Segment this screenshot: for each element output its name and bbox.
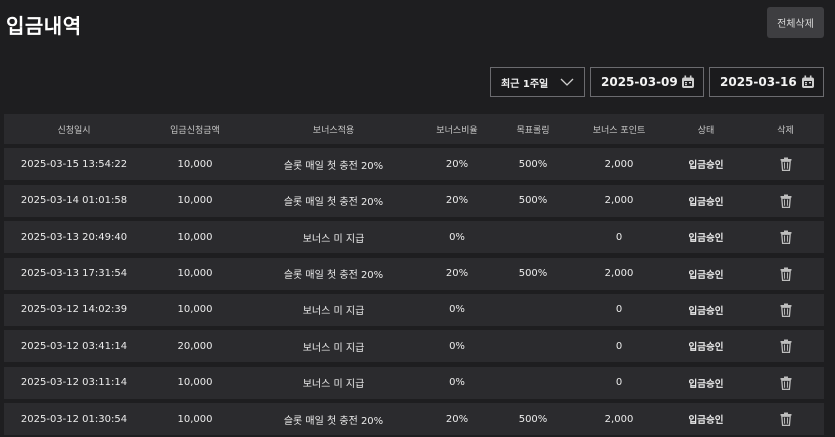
status-badge: 입금승인 xyxy=(688,342,724,354)
header-amount: 입금신청금액 xyxy=(170,125,220,136)
table-row: 2025-03-15 13:54:22 10,000 슬롯 매일 첫 충전 20% 2… xyxy=(4,148,824,181)
cell-rolling: 500% xyxy=(518,413,548,425)
header-delete: 삭제 xyxy=(777,125,794,136)
end-date-input[interactable]: 2025-03-16 xyxy=(709,67,824,97)
cell-datetime: 2025-03-14 01:01:58 xyxy=(20,195,128,207)
table-row: 2025-03-14 01:01:58 10,000 슬롯 매일 첫 충전 20% 2… xyxy=(4,184,824,217)
status-badge: 입금승인 xyxy=(688,415,724,427)
cell-datetime: 2025-03-12 03:11:14 xyxy=(20,377,128,389)
delete-button[interactable] xyxy=(747,267,824,281)
cell-amount: 10,000 xyxy=(177,195,213,207)
table-row: 2025-03-13 17:31:54 10,000 슬롯 매일 첫 충전 20% 2… xyxy=(4,257,824,290)
trash-icon[interactable] xyxy=(780,412,792,427)
deposit-table: 신청일시 입금신청금액 보너스적용 보너스비율 목표롤링 보너스 포인트 상태 … xyxy=(4,114,824,436)
cell-datetime: 2025-03-12 03:41:14 xyxy=(20,340,128,352)
cell-amount: 10,000 xyxy=(177,304,213,316)
delete-button[interactable] xyxy=(747,230,824,245)
cell-datetime: 2025-03-13 20:49:40 xyxy=(20,231,128,243)
delete-button[interactable] xyxy=(747,194,824,208)
trash-icon[interactable] xyxy=(780,194,792,208)
cell-rolling: 500% xyxy=(518,268,548,280)
header-bonus: 보너스적용 xyxy=(312,125,355,136)
calendar-icon[interactable] xyxy=(681,75,695,89)
delete-button[interactable] xyxy=(747,376,824,390)
cell-points: 2,000 xyxy=(604,268,634,280)
trash-icon[interactable] xyxy=(780,157,792,172)
period-select-value: 최근 1주일 xyxy=(501,78,549,90)
header-points: 보너스 포인트 xyxy=(592,125,646,136)
status-badge: 입금승인 xyxy=(688,196,724,208)
cell-amount: 20,000 xyxy=(177,340,213,352)
cell-points: 2,000 xyxy=(604,195,634,207)
trash-icon[interactable] xyxy=(780,303,792,317)
cell-rolling: 500% xyxy=(518,158,548,170)
table-row: 2025-03-12 01:30:54 10,000 슬롯 매일 첫 충전 20% 2… xyxy=(4,403,824,436)
cell-ratio: 20% xyxy=(445,268,469,280)
cell-bonus: 슬롯 매일 첫 충전 20% xyxy=(283,160,384,172)
cell-points: 0 xyxy=(615,304,623,316)
cell-ratio: 0% xyxy=(449,340,465,352)
delete-button[interactable] xyxy=(747,157,824,172)
delete-button[interactable] xyxy=(747,303,824,317)
status-badge: 입금승인 xyxy=(688,269,724,281)
table-row: 2025-03-12 03:11:14 10,000 보너스 미 지급 0% 0 입금승인 xyxy=(4,366,824,399)
page-title: 입금내역 xyxy=(6,14,82,38)
cell-bonus: 슬롯 매일 첫 충전 20% xyxy=(283,270,384,282)
cell-bonus: 보너스 미 지급 xyxy=(302,342,365,354)
cell-ratio: 0% xyxy=(449,377,465,389)
cell-points: 0 xyxy=(615,340,623,352)
status-badge: 입금승인 xyxy=(688,233,724,245)
cell-rolling: 500% xyxy=(518,195,548,207)
cell-bonus: 슬롯 매일 첫 충전 20% xyxy=(283,197,384,209)
status-badge: 입금승인 xyxy=(688,305,724,317)
chevron-down-icon xyxy=(560,78,574,86)
cell-datetime: 2025-03-12 14:02:39 xyxy=(20,304,128,316)
cell-bonus: 보너스 미 지급 xyxy=(302,233,365,245)
cell-bonus: 보너스 미 지급 xyxy=(302,306,365,318)
table-header: 신청일시 입금신청금액 보너스적용 보너스비율 목표롤링 보너스 포인트 상태 … xyxy=(4,114,824,144)
table-row: 2025-03-13 20:49:40 10,000 보너스 미 지급 0% 0 입금승인 xyxy=(4,221,824,254)
cell-points: 2,000 xyxy=(604,413,634,425)
cell-ratio: 20% xyxy=(445,413,469,425)
cell-ratio: 20% xyxy=(445,195,469,207)
cell-datetime: 2025-03-15 13:54:22 xyxy=(20,158,128,170)
table-row: 2025-03-12 03:41:14 20,000 보너스 미 지급 0% 0 입금승인 xyxy=(4,330,824,363)
cell-ratio: 20% xyxy=(445,158,469,170)
status-badge: 입금승인 xyxy=(688,160,724,172)
cell-points: 0 xyxy=(615,377,623,389)
cell-ratio: 0% xyxy=(449,231,465,243)
cell-bonus: 보너스 미 지급 xyxy=(302,379,365,391)
trash-icon[interactable] xyxy=(780,267,792,281)
cell-points: 0 xyxy=(615,231,623,243)
cell-bonus: 슬롯 매일 첫 충전 20% xyxy=(283,415,384,427)
cell-datetime: 2025-03-13 17:31:54 xyxy=(20,268,128,280)
delete-button[interactable] xyxy=(747,339,824,354)
status-badge: 입금승인 xyxy=(688,378,724,390)
delete-button[interactable] xyxy=(747,412,824,427)
delete-all-button[interactable]: 전체삭제 xyxy=(767,7,824,38)
cell-amount: 10,000 xyxy=(177,158,213,170)
cell-datetime: 2025-03-12 01:30:54 xyxy=(20,413,128,425)
header-ratio: 보너스비율 xyxy=(436,125,478,136)
cell-amount: 10,000 xyxy=(177,231,213,243)
cell-amount: 10,000 xyxy=(177,268,213,280)
cell-amount: 10,000 xyxy=(177,413,213,425)
header-status: 상태 xyxy=(697,125,715,136)
trash-icon[interactable] xyxy=(780,376,792,390)
period-select[interactable]: 최근 1주일 xyxy=(490,67,585,97)
cell-amount: 10,000 xyxy=(177,377,213,389)
calendar-icon[interactable] xyxy=(801,75,815,89)
trash-icon[interactable] xyxy=(780,339,792,354)
start-date-value: 2025-03-09 xyxy=(601,75,678,89)
trash-icon[interactable] xyxy=(780,230,792,245)
start-date-input[interactable]: 2025-03-09 xyxy=(590,67,704,97)
cell-points: 2,000 xyxy=(604,158,634,170)
header-rolling: 목표롤링 xyxy=(516,125,550,136)
table-row: 2025-03-12 14:02:39 10,000 보너스 미 지급 0% 0 입금승인 xyxy=(4,293,824,326)
header-datetime: 신청일시 xyxy=(57,125,91,136)
end-date-value: 2025-03-16 xyxy=(720,75,797,89)
cell-ratio: 0% xyxy=(449,304,465,316)
